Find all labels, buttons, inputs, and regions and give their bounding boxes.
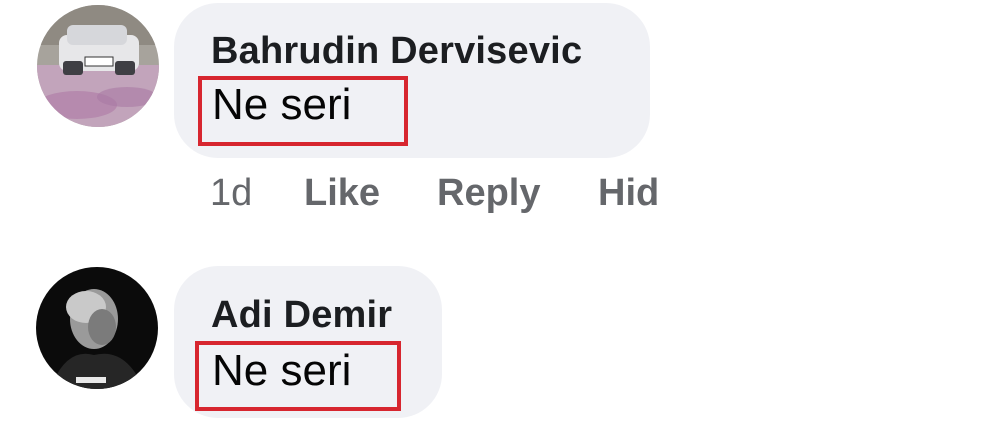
reply-button[interactable]: Reply xyxy=(437,172,540,215)
highlight-box xyxy=(195,341,401,411)
avatar[interactable] xyxy=(36,267,158,389)
comment-author[interactable]: Bahrudin Dervisevic xyxy=(211,30,582,73)
person-avatar-image xyxy=(36,267,158,389)
comment-author[interactable]: Adi Demir xyxy=(211,294,392,337)
comment-timestamp: 1d xyxy=(210,172,253,214)
hide-button[interactable]: Hid xyxy=(598,172,659,215)
car-avatar-image xyxy=(37,5,159,127)
like-button[interactable]: Like xyxy=(304,172,380,215)
comment-2: Adi Demir Ne seri xyxy=(0,240,1003,439)
highlight-box xyxy=(198,76,408,146)
avatar[interactable] xyxy=(37,5,159,127)
comment-1: Bahrudin Dervisevic Ne seri 1d Like Repl… xyxy=(0,0,1003,240)
